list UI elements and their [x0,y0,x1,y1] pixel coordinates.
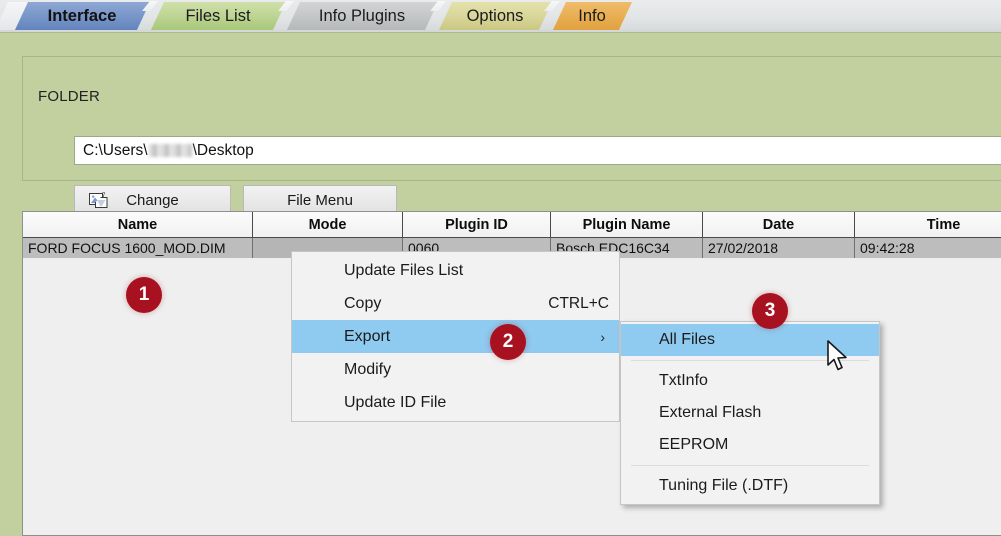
column-header-plugin-id[interactable]: Plugin ID [403,212,551,238]
menu-item-export[interactable]: Export › [292,320,619,353]
cell-name: FORD FOCUS 1600_MOD.DIM [23,238,253,258]
column-header-name[interactable]: Name [23,212,253,238]
menu-item-update-id-file[interactable]: Update ID File [292,386,619,419]
column-header-time[interactable]: Time [855,212,1001,238]
annotation-badge-3: 3 [752,293,788,329]
chevron-right-icon: › [600,328,605,345]
annotation-badge-2: 2 [490,324,526,360]
submenu-item-all-files-label: All Files [659,331,716,348]
column-header-plugin-name[interactable]: Plugin Name [551,212,703,238]
file-menu-button-label: File Menu [287,191,353,209]
menu-item-export-label: Export [344,327,391,345]
menu-item-modify-label: Modify [344,360,392,378]
files-table-header: Name Mode Plugin ID Plugin Name Date Tim… [23,212,1001,238]
folder-path-suffix: \Desktop [192,141,254,159]
menu-item-copy-label: Copy [344,294,382,312]
menu-item-modify[interactable]: Modify [292,353,619,386]
annotation-badge-1: 1 [126,277,162,313]
mouse-pointer-icon [827,340,847,371]
folder-path-redacted-username [148,144,192,157]
column-header-date[interactable]: Date [703,212,855,238]
menu-item-update-id-file-label: Update ID File [344,393,447,411]
tab-info-plugins-label: Info Plugins [318,6,406,25]
menu-item-copy-shortcut: CTRL+C [548,294,609,312]
tab-options[interactable]: Options [438,2,552,32]
submenu-item-tuning-file-label: Tuning File (.DTF) [659,477,789,494]
submenu-separator [631,465,869,466]
cell-date: 27/02/2018 [703,238,855,258]
submenu-item-external-flash-label: External Flash [659,404,762,421]
folder-path-prefix: C:\Users\ [83,141,148,159]
tab-interface[interactable]: Interface [14,2,150,32]
cell-time: 09:42:28 [855,238,1001,258]
submenu-item-txtinfo-label: TxtInfo [659,372,708,389]
submenu-item-eeprom-label: EEPROM [659,436,729,453]
folder-group-label: FOLDER [32,88,107,105]
menu-item-update-files-list[interactable]: Update Files List [292,254,619,287]
tab-files-list-label: Files List [185,6,251,25]
context-menu: Update Files List Copy CTRL+C Export › M… [291,251,620,422]
tab-options-label: Options [466,6,524,25]
tab-info[interactable]: Info [552,2,632,32]
tab-info-label: Info [578,6,606,25]
column-header-mode[interactable]: Mode [253,212,403,238]
application-window: Interface Files List Info Plugins Option… [0,0,1001,536]
menu-item-update-files-list-label: Update Files List [344,261,464,279]
submenu-item-tuning-file[interactable]: Tuning File (.DTF) [621,470,879,502]
folder-path-input[interactable]: C:\Users\ \Desktop [74,136,1001,165]
submenu-item-external-flash[interactable]: External Flash [621,397,879,429]
change-folder-button-label: Change [126,191,179,209]
submenu-item-eeprom[interactable]: EEPROM [621,429,879,461]
menu-item-copy[interactable]: Copy CTRL+C [292,287,619,320]
tab-interface-label: Interface [47,6,117,25]
folder-image-icon: 7 [89,193,108,208]
tab-bar: Interface Files List Info Plugins Option… [0,0,1001,32]
tab-files-list[interactable]: Files List [150,2,286,32]
tab-info-plugins[interactable]: Info Plugins [286,2,438,32]
